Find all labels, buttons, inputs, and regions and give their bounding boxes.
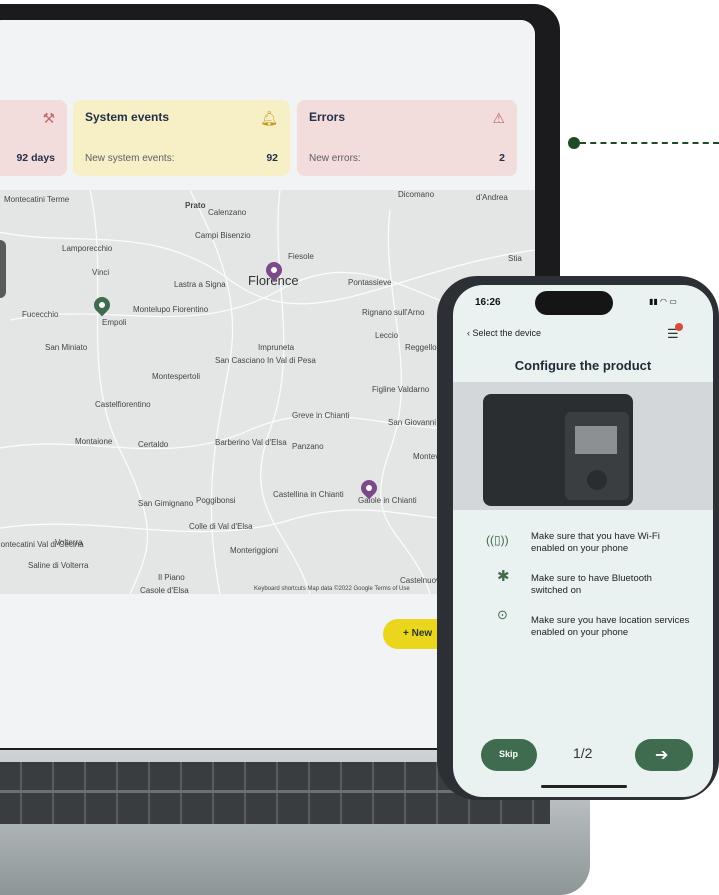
map-label: Saline di Volterra: [28, 561, 89, 570]
map-label: Empoli: [102, 318, 127, 327]
map-label: Leccio: [375, 331, 399, 340]
map-label: Vinci: [92, 268, 110, 277]
phone-wifi-icon: ((▯)): [486, 533, 509, 547]
map-label: Certaldo: [138, 440, 169, 449]
back-label: Select the device: [472, 328, 542, 338]
map-label: San Gimignano: [138, 499, 194, 508]
map-label: Castellina in Chianti: [273, 490, 344, 499]
map-label: Figline Valdarno: [372, 385, 430, 394]
screen-top-bar: [0, 20, 535, 40]
device-display: [575, 426, 617, 454]
system-events-title: System events: [85, 110, 170, 124]
map-label: Fucecchio: [22, 310, 59, 319]
back-link[interactable]: ‹ Select the device: [467, 328, 541, 338]
system-events-count: 92: [266, 152, 278, 164]
map-label: Rignano sull'Arno: [362, 308, 425, 317]
map-label: Monteriggioni: [230, 546, 279, 555]
system-events-label: New system events:: [85, 153, 175, 164]
new-button-label: + New: [403, 628, 433, 639]
map-label: Lastra a Signa: [174, 280, 226, 289]
page-indicator: 1/2: [573, 745, 593, 761]
maintenance-card[interactable]: ⚒ 92 days: [0, 100, 67, 176]
product-image: [453, 382, 713, 510]
skip-button[interactable]: Skip: [481, 739, 537, 771]
errors-count: 2: [499, 152, 505, 164]
instruction-bluetooth: Make sure to have Bluetooth switched on: [531, 573, 652, 596]
warning-icon: ⚠: [492, 110, 505, 126]
connector-line: [580, 142, 719, 144]
map-label: Pontassieve: [348, 278, 392, 287]
map-control[interactable]: [0, 240, 6, 298]
map-label: Montespertoli: [152, 372, 201, 381]
map-label: Stia: [508, 254, 522, 263]
map-label: Campi Bisenzio: [195, 231, 251, 240]
map-label: Panzano: [292, 442, 324, 451]
device-button: [587, 470, 607, 490]
map-label: Volterra: [55, 538, 83, 547]
map-label: Calenzano: [208, 208, 247, 217]
map-label: San Miniato: [45, 343, 88, 352]
device-panel: [565, 412, 629, 500]
errors-card[interactable]: Errors ⚠ New errors: 2: [297, 100, 517, 176]
bluetooth-icon: ✱: [497, 568, 510, 585]
map-label: Impruneta: [258, 343, 295, 352]
errors-title: Errors: [309, 110, 346, 124]
dynamic-island: [535, 291, 613, 315]
notification-badge: [675, 323, 683, 331]
instruction-location: Make sure you have location services ena…: [531, 615, 690, 638]
map-label: Montaione: [75, 437, 113, 446]
map-label: d'Andrea: [476, 193, 508, 202]
arrow-right-icon: ➔: [655, 747, 669, 764]
errors-label: New errors:: [309, 153, 361, 164]
menu-icon[interactable]: ☰: [667, 323, 683, 342]
wrench-icon: ⚒: [42, 110, 55, 126]
map-label: Castelfiorentino: [95, 400, 151, 409]
map-label: Montecatini Terme: [4, 195, 70, 204]
map-label: Reggello: [405, 343, 437, 352]
map-label: Fiesole: [288, 252, 314, 261]
location-pin-icon: ⊙: [497, 607, 508, 622]
maintenance-value: 92 days: [16, 152, 55, 164]
phone-screen: 16:26 ▮▮ ◠ ▭ ‹ Select the device ☰ Confi…: [453, 285, 713, 797]
map-label: Greve in Chianti: [292, 411, 350, 420]
home-indicator: [541, 785, 627, 788]
status-icons: ▮▮ ◠ ▭: [649, 297, 677, 306]
next-button[interactable]: ➔: [635, 739, 693, 771]
connector-dot: [568, 137, 580, 149]
map-label: San Casciano In Val di Pesa: [215, 356, 316, 365]
map-footer: Keyboard shortcuts Map data ©2022 Google…: [254, 586, 410, 592]
map-label: Colle di Val d'Elsa: [189, 522, 253, 531]
instruction-wifi: Make sure that you have Wi-Fi enabled on…: [531, 531, 660, 554]
bell-icon: 🔔︎: [260, 110, 278, 126]
map-label: Casole d'Elsa: [140, 586, 189, 594]
map-label: Prato: [185, 201, 206, 210]
map-label: Dicomano: [398, 190, 435, 199]
page-title: Configure the product: [514, 358, 652, 373]
map-label: Montelupo Fiorentino: [133, 305, 209, 314]
map-label: Il Piano: [158, 573, 185, 582]
system-events-card[interactable]: System events 🔔︎ New system events: 92: [73, 100, 290, 176]
map-label: Lamporecchio: [62, 244, 113, 253]
skip-label: Skip: [499, 749, 519, 759]
map-label: Barberino Val d'Elsa: [215, 438, 287, 447]
status-time: 16:26: [475, 297, 501, 308]
map-label: Poggibonsi: [196, 496, 236, 505]
